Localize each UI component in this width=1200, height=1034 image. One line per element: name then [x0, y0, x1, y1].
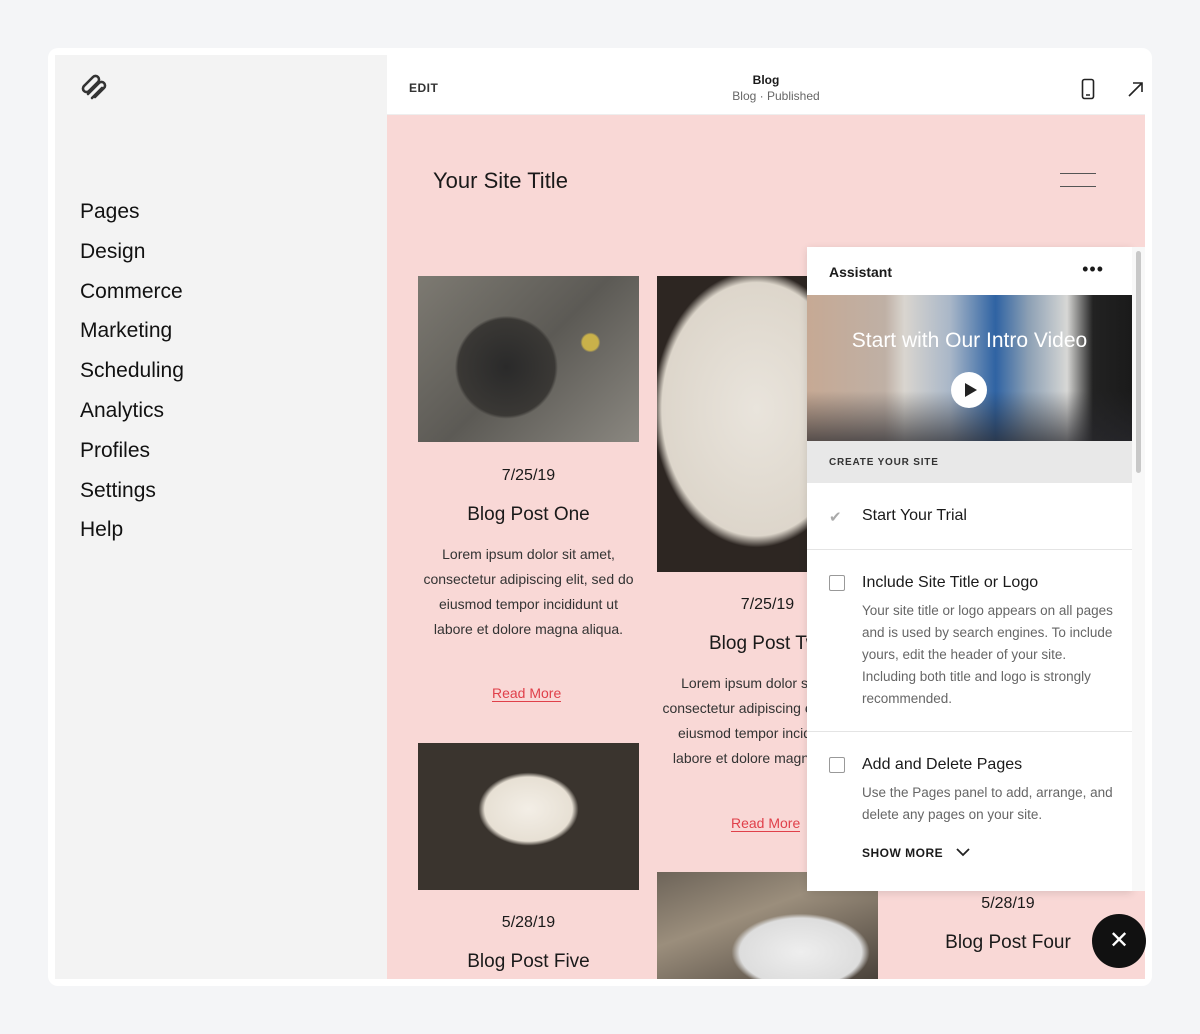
task-description: Use the Pages panel to add, arrange, and… [862, 785, 1113, 822]
task-item[interactable]: ✔ Start Your Trial [807, 483, 1132, 550]
more-options-icon[interactable]: ••• [1082, 259, 1104, 280]
page-title: Blog [752, 73, 780, 87]
panel-scrollbar[interactable] [1132, 247, 1145, 891]
sidebar-item-marketing[interactable]: Marketing [80, 319, 184, 359]
mobile-preview-icon[interactable] [1081, 78, 1095, 100]
show-more-label: SHOW MORE [862, 846, 944, 860]
post-image[interactable] [418, 276, 639, 442]
post-date: 5/28/19 [501, 914, 556, 931]
task-item[interactable]: Include Site Title or Logo Your site tit… [807, 550, 1132, 732]
sidebar-nav: Pages Design Commerce Marketing Scheduli… [80, 200, 184, 558]
play-icon[interactable] [951, 372, 987, 408]
section-header: CREATE YOUR SITE [807, 441, 1132, 483]
task-title[interactable]: Add and Delete Pages [862, 756, 1022, 774]
post-title[interactable]: Blog Post Five [418, 951, 639, 973]
chevron-down-icon [956, 848, 970, 857]
checkbox[interactable] [829, 575, 845, 591]
show-more-button[interactable]: SHOW MORE [862, 846, 971, 860]
sidebar-item-scheduling[interactable]: Scheduling [80, 359, 184, 399]
assistant-panel: Assistant ••• Start with Our Intro Video… [807, 247, 1132, 891]
menu-icon[interactable] [1060, 173, 1096, 187]
sidebar-item-commerce[interactable]: Commerce [80, 280, 184, 320]
post-excerpt: Lorem ipsum dolor sit amet, consectetur … [423, 546, 634, 637]
sidebar-item-profiles[interactable]: Profiles [80, 439, 184, 479]
sidebar-item-settings[interactable]: Settings [80, 479, 184, 519]
task-title[interactable]: Start Your Trial [862, 507, 967, 525]
post-date: 7/25/19 [501, 467, 556, 484]
open-external-icon[interactable] [1127, 80, 1145, 98]
page-status: Blog · Published [732, 89, 820, 103]
sidebar-item-analytics[interactable]: Analytics [80, 399, 184, 439]
close-assistant-button[interactable]: ✕ [1092, 914, 1146, 968]
sidebar-item-help[interactable]: Help [80, 518, 184, 558]
scrollbar-thumb[interactable] [1136, 251, 1141, 473]
post-title[interactable]: Blog Post One [418, 504, 639, 526]
sidebar-item-design[interactable]: Design [80, 240, 184, 280]
task-description: Your site title or logo appears on all p… [862, 603, 1113, 706]
preview-topbar: EDIT Blog Blog · Published [387, 60, 1145, 115]
video-title: Start with Our Intro Video [851, 329, 1088, 352]
sidebar-item-pages[interactable]: Pages [80, 200, 184, 240]
read-more-link[interactable]: Read More [492, 685, 562, 702]
post-date: 5/28/19 [981, 895, 1035, 912]
intro-video[interactable]: Start with Our Intro Video [807, 295, 1132, 441]
task-item[interactable]: Add and Delete Pages Use the Pages panel… [807, 732, 1132, 891]
read-more-link[interactable]: Read More [731, 815, 801, 832]
squarespace-logo[interactable] [80, 74, 110, 102]
assistant-title: Assistant [829, 264, 893, 280]
post-image[interactable] [418, 743, 639, 890]
checkmark-icon[interactable]: ✔ [829, 508, 845, 526]
post-title[interactable]: Blog Post Four [928, 932, 1088, 954]
site-title[interactable]: Your Site Title [433, 168, 568, 194]
checkbox[interactable] [829, 757, 845, 773]
task-title[interactable]: Include Site Title or Logo [862, 574, 1038, 592]
